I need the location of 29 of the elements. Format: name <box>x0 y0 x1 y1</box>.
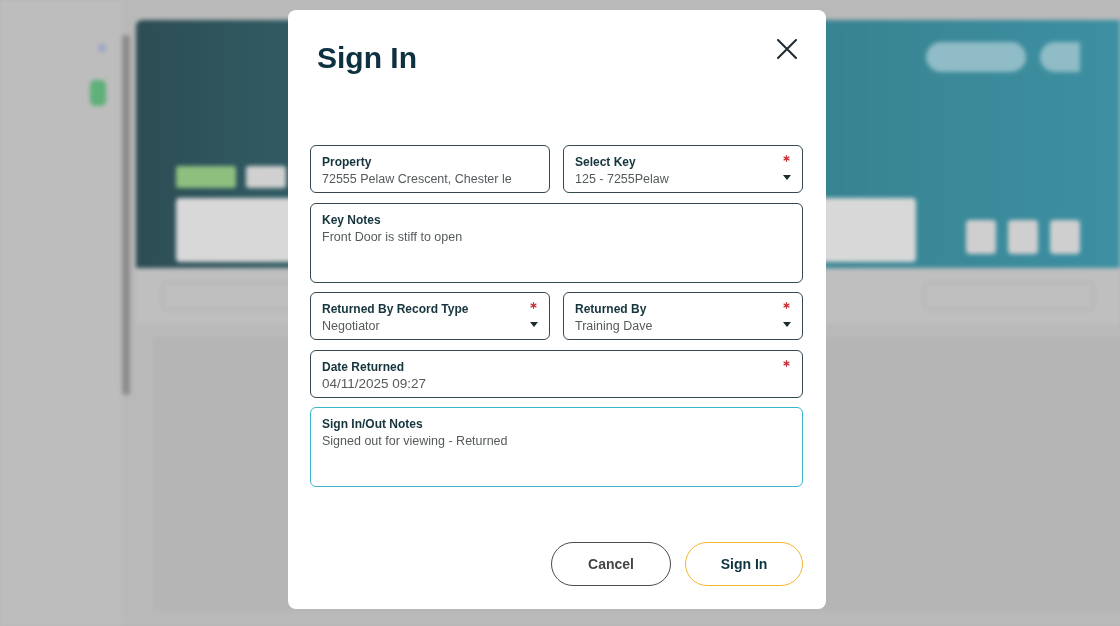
caret-down-icon <box>783 322 791 327</box>
dialog-title: Sign In <box>317 40 417 76</box>
caret-down-icon <box>530 322 538 327</box>
field-label: Date Returned <box>322 358 405 375</box>
field-value: 125 - 7255Pelaw <box>575 171 670 188</box>
dropdown-field[interactable]: Returned By Record Type Negotiator <box>310 292 550 340</box>
field-label: Returned By <box>575 301 648 317</box>
field-value: 04/11/2025 09:27 <box>322 374 428 393</box>
text-area[interactable]: Key Notes Front Door is stiff to open <box>310 202 803 283</box>
dropdown-field[interactable]: Select Key 125 - 7255Pelaw <box>563 145 803 193</box>
text-field[interactable]: Property 72555 Pelaw Crescent, Chester le <box>310 145 550 193</box>
field-label: Select Key <box>575 154 637 170</box>
sign-in-button[interactable]: Sign In <box>685 542 803 586</box>
field-label: Returned By Record Type <box>322 301 470 317</box>
close-icon <box>777 39 797 59</box>
cancel-button[interactable]: Cancel <box>551 542 671 586</box>
field-label: Sign In/Out Notes <box>322 416 424 432</box>
text-field[interactable]: Date Returned 04/11/2025 09:27 <box>310 349 803 398</box>
caret-down-icon <box>783 175 791 180</box>
text-area[interactable]: Sign In/Out Notes Signed out for viewing - Returned <box>310 407 803 487</box>
field-value: Training Dave <box>575 318 654 335</box>
field-value: 72555 Pelaw Crescent, Chester le <box>322 171 513 188</box>
field-label: Key Notes <box>322 211 382 228</box>
field-label: Property <box>322 154 373 170</box>
field-value: Negotiator <box>322 318 381 335</box>
dropdown-field[interactable]: Returned By Training Dave <box>563 292 803 340</box>
field-value: Front Door is stiff to open <box>322 228 464 246</box>
field-value: Signed out for viewing - Returned <box>322 433 509 450</box>
close-button[interactable] <box>776 38 798 60</box>
